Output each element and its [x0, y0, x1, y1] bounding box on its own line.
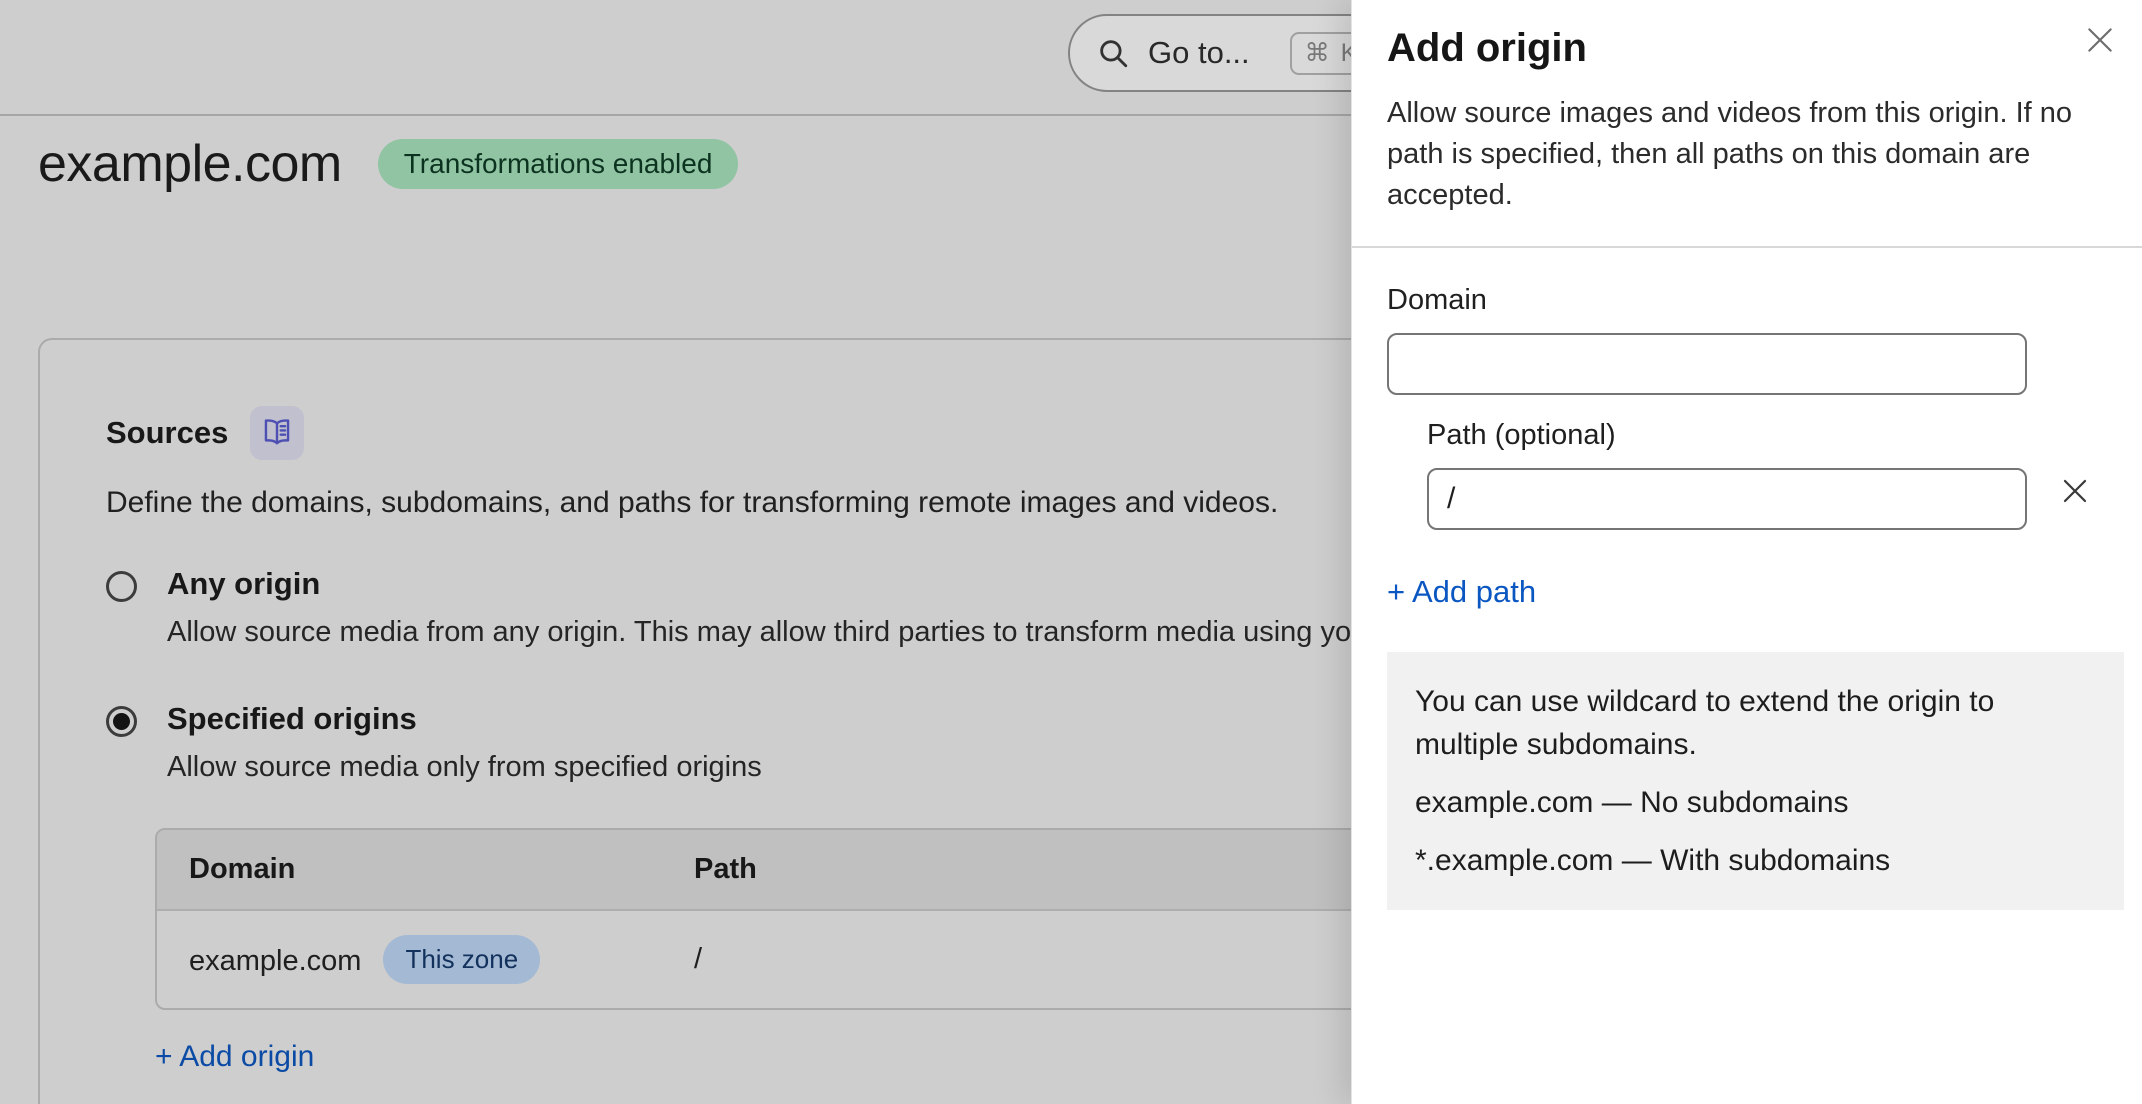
wildcard-info-box: You can use wildcard to extend the origi… — [1387, 652, 2124, 910]
page-header: example.com Transformations enabled — [38, 134, 738, 194]
domain-input[interactable] — [1387, 333, 2027, 395]
close-button[interactable] — [2076, 16, 2124, 64]
transformations-status-badge: Transformations enabled — [378, 139, 739, 189]
open-book-icon — [260, 416, 294, 450]
path-group: Path (optional) — [1427, 419, 2107, 530]
wildcard-example-no-subdomains: example.com — No subdomains — [1415, 781, 2096, 824]
docs-link[interactable] — [250, 406, 304, 460]
domain-field-label: Domain — [1387, 284, 1487, 316]
remove-path-button[interactable] — [2053, 469, 2097, 513]
wildcard-example-with-subdomains: *.example.com — With subdomains — [1415, 839, 2096, 882]
origin-domain-value: example.com — [189, 945, 361, 977]
this-zone-badge: This zone — [383, 935, 540, 984]
add-origin-link[interactable]: + Add origin — [155, 1040, 314, 1074]
specified-origins-description: Allow source media only from specified o… — [167, 751, 762, 784]
any-origin-description: Allow source media from any origin. This… — [167, 616, 1495, 649]
path-field-label: Path (optional) — [1427, 419, 1616, 451]
column-header-domain: Domain — [157, 830, 662, 910]
wildcard-info-intro: You can use wildcard to extend the origi… — [1415, 680, 2096, 766]
close-icon — [2084, 24, 2116, 56]
add-path-link[interactable]: + Add path — [1387, 574, 1536, 610]
remove-path-icon — [2060, 476, 2090, 506]
any-origin-radio[interactable] — [106, 571, 137, 602]
sources-heading: Sources — [106, 415, 228, 451]
page-title: example.com — [38, 134, 342, 194]
any-origin-label: Any origin — [167, 566, 1495, 602]
path-input[interactable] — [1427, 468, 2027, 530]
search-icon — [1096, 36, 1130, 70]
specified-origins-radio[interactable] — [106, 706, 137, 737]
add-origin-panel: Add origin Allow source images and video… — [1351, 0, 2142, 1104]
search-placeholder: Go to... — [1148, 35, 1250, 71]
panel-description: Allow source images and videos from this… — [1387, 93, 2107, 216]
specified-origins-label: Specified origins — [167, 701, 762, 737]
panel-title: Add origin — [1387, 26, 2086, 71]
app-root: Go to... ⌘ K example.com Transformations… — [0, 0, 2142, 1104]
